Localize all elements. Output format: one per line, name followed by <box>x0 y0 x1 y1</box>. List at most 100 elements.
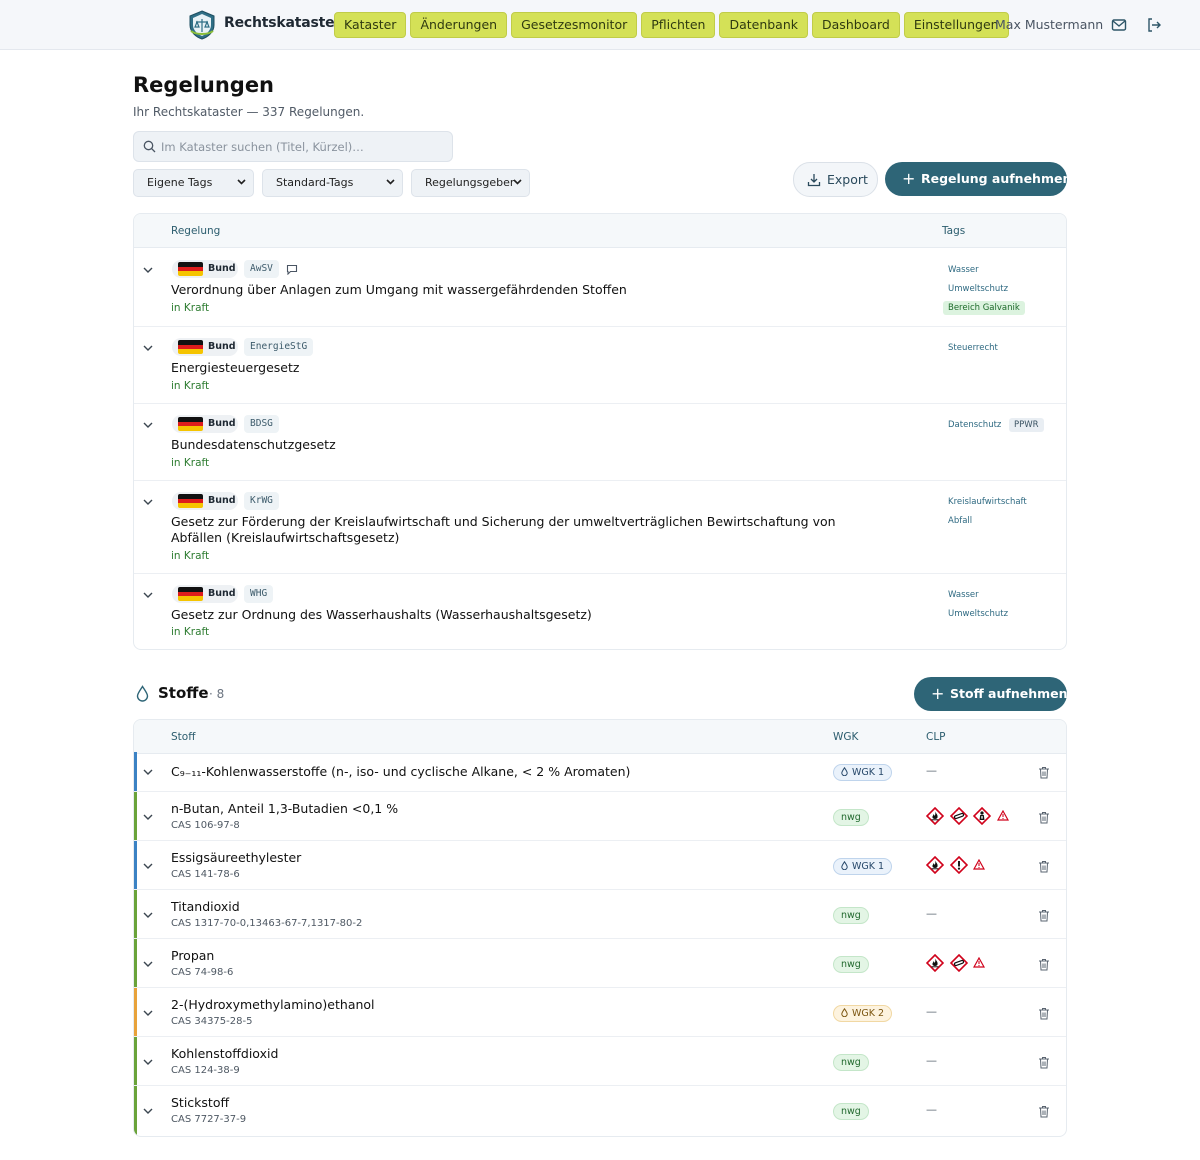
droplet-icon <box>841 767 848 776</box>
tag[interactable]: Datenschutz <box>943 418 1006 432</box>
chevron-down-icon[interactable] <box>143 863 153 869</box>
filter-eigene-tags[interactable]: Eigene Tags <box>133 169 254 197</box>
substance-row[interactable]: n-Butan, Anteil 1,3-Butadien <0,1 % CAS 1… <box>134 792 1066 841</box>
chevron-down-icon[interactable] <box>143 267 153 273</box>
nav-kataster[interactable]: Kataster <box>334 12 407 38</box>
substance-row[interactable]: Titandioxid CAS 1317-70-0,13463-67-7,1317… <box>134 890 1066 939</box>
trash-icon[interactable] <box>1038 860 1050 873</box>
regulation-title[interactable]: Gesetz zur Förderung der Kreislaufwirtsc… <box>171 514 871 546</box>
trash-icon[interactable] <box>1038 1056 1050 1069</box>
chevron-down-icon[interactable] <box>143 592 153 598</box>
trash-icon[interactable] <box>1038 909 1050 922</box>
abbreviation-badge: EnergieStG <box>244 338 314 356</box>
german-flag-icon <box>178 262 203 276</box>
nav-gesetzesmonitor[interactable]: Gesetzesmonitor <box>511 12 638 38</box>
chevron-down-icon[interactable] <box>143 1010 153 1016</box>
substance-row[interactable]: Stickstoff CAS 7727-37-9 nwg — <box>134 1086 1066 1135</box>
chevron-down-icon[interactable] <box>143 345 153 351</box>
user-name[interactable]: Max Mustermann <box>995 17 1103 32</box>
warning-triangle-icon <box>973 859 985 870</box>
chevron-down-icon[interactable] <box>143 961 153 967</box>
substance-name[interactable]: 2-(Hydroxymethylamino)ethanol <box>171 997 375 1012</box>
add-regulation-button[interactable]: + Regelung aufnehmen <box>885 162 1071 196</box>
german-flag-icon <box>178 494 203 508</box>
search-input[interactable] <box>161 137 446 157</box>
filter-standard-tags[interactable]: Standard-Tags <box>262 169 403 197</box>
regulation-title[interactable]: Bundesdatenschutzgesetz <box>171 437 871 453</box>
filter-regelungsgeber[interactable]: Regelungsgeber <box>411 169 530 197</box>
tag[interactable]: Umweltschutz <box>943 282 1013 296</box>
nav-aenderungen[interactable]: Änderungen <box>410 12 508 38</box>
trash-icon[interactable] <box>1038 1105 1050 1118</box>
regulation-title[interactable]: Verordnung über Anlagen zum Umgang mit w… <box>171 282 871 298</box>
tag[interactable]: Wasser <box>943 588 984 602</box>
substance-name[interactable]: Stickstoff <box>171 1095 229 1110</box>
comment-icon[interactable] <box>286 264 298 275</box>
substance-row[interactable]: Propan CAS 74-98-6 nwg <box>134 939 1066 988</box>
substances-table: Stoff WGK CLP C₉₋₁₁-Kohlenwasserstoffe (… <box>133 719 1067 1137</box>
app-name[interactable]: Rechtskataster <box>224 15 341 31</box>
droplet-icon <box>841 1008 848 1017</box>
tag[interactable]: Steuerrecht <box>943 341 1003 355</box>
tag[interactable]: Abfall <box>943 514 977 528</box>
substance-name[interactable]: Titandioxid <box>171 899 240 914</box>
substance-name[interactable]: Kohlenstoffdioxid <box>171 1046 278 1061</box>
wgk-label: WGK 2 <box>852 1008 885 1019</box>
add-substance-button[interactable]: + Stoff aufnehmen <box>914 677 1068 711</box>
filter-label: Regelungsgeber <box>425 176 515 189</box>
regulation-row[interactable]: Bund WHG Gesetz zur Ordnung des Wasserha… <box>134 574 1066 649</box>
wgk-label: nwg <box>841 959 861 970</box>
substance-name[interactable]: Propan <box>171 948 214 963</box>
export-button[interactable]: Export <box>793 162 878 197</box>
tag[interactable]: Kreislaufwirtschaft <box>943 495 1032 509</box>
chevron-down-icon[interactable] <box>143 912 153 918</box>
jurisdiction-label: Bund <box>208 341 236 352</box>
chevron-down-icon[interactable] <box>143 499 153 505</box>
regulation-row[interactable]: Bund AwSV Verordnung über Anlagen zum Um… <box>134 249 1066 327</box>
wgk-label: nwg <box>841 910 861 921</box>
trash-icon[interactable] <box>1038 958 1050 971</box>
regulation-row[interactable]: Bund KrWG Gesetz zur Förderung der Kreis… <box>134 481 1066 574</box>
plus-icon: + <box>931 684 945 703</box>
regulation-title[interactable]: Energiesteuergesetz <box>171 360 871 376</box>
substance-name[interactable]: n-Butan, Anteil 1,3-Butadien <0,1 % <box>171 801 398 816</box>
clp-empty: — <box>926 1054 937 1067</box>
tag[interactable]: PPWR <box>1009 418 1044 432</box>
substance-name[interactable]: C₉₋₁₁-Kohlenwasserstoffe (n-, iso- und c… <box>171 764 630 779</box>
regulation-row[interactable]: Bund BDSG Bundesdatenschutzgesetz in Kra… <box>134 404 1066 481</box>
tag[interactable]: Bereich Galvanik <box>943 301 1025 315</box>
substance-row[interactable]: Kohlenstoffdioxid CAS 124-38-9 nwg — <box>134 1037 1066 1086</box>
wgk-color-bar <box>134 988 137 1036</box>
chevron-down-icon[interactable] <box>143 1108 153 1114</box>
trash-icon[interactable] <box>1038 1007 1050 1020</box>
add-regulation-label: Regelung aufnehmen <box>921 171 1072 186</box>
tag[interactable]: Umweltschutz <box>943 607 1013 621</box>
substance-row[interactable]: C₉₋₁₁-Kohlenwasserstoffe (n-, iso- und c… <box>134 752 1066 792</box>
substance-row[interactable]: 2-(Hydroxymethylamino)ethanol CAS 34375-2… <box>134 988 1066 1037</box>
chevron-down-icon[interactable] <box>143 422 153 428</box>
chevron-down-icon[interactable] <box>143 1059 153 1065</box>
plus-icon: + <box>902 169 916 188</box>
regulation-row[interactable]: Bund EnergieStG Energiesteuergesetz in K… <box>134 327 1066 404</box>
export-label: Export <box>827 172 868 187</box>
nav-datenbank[interactable]: Datenbank <box>719 12 809 38</box>
tag[interactable]: Wasser <box>943 263 984 277</box>
jurisdiction-badge: Bund <box>172 585 238 603</box>
mail-icon[interactable] <box>1111 17 1127 33</box>
col-header-tags: Tags <box>942 225 966 237</box>
filter-label: Eigene Tags <box>147 176 213 189</box>
warning-triangle-icon <box>973 957 985 968</box>
chevron-down-icon[interactable] <box>143 769 153 775</box>
nav-pflichten[interactable]: Pflichten <box>641 12 716 38</box>
nav-einstellungen[interactable]: Einstellungen <box>903 12 1009 38</box>
jurisdiction-badge: Bund <box>172 492 238 510</box>
trash-icon[interactable] <box>1038 811 1050 824</box>
logout-icon[interactable] <box>1146 17 1162 33</box>
substance-name[interactable]: Essigsäureethylester <box>171 850 301 865</box>
trash-icon[interactable] <box>1038 766 1050 779</box>
nav-dashboard[interactable]: Dashboard <box>812 12 900 38</box>
droplet-icon <box>136 685 149 702</box>
chevron-down-icon[interactable] <box>143 814 153 820</box>
regulation-title[interactable]: Gesetz zur Ordnung des Wasserhaushalts (… <box>171 607 871 623</box>
substance-row[interactable]: Essigsäureethylester CAS 141-78-6 WGK 1 <box>134 841 1066 890</box>
